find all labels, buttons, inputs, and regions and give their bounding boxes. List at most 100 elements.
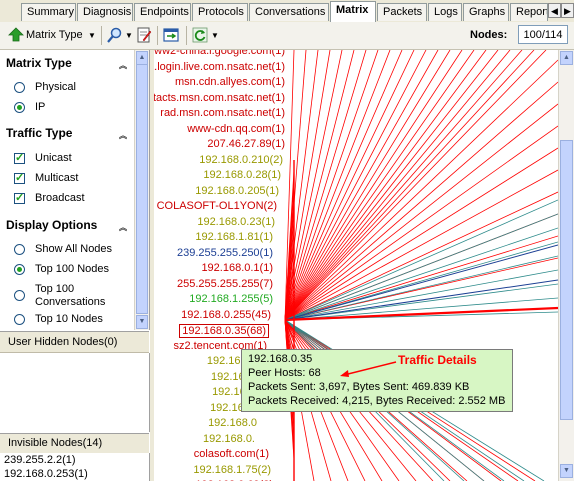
tab-matrix[interactable]: Matrix	[330, 1, 376, 22]
top-100-nodes-label: Top 100 Nodes	[35, 263, 109, 275]
node-label[interactable]: 192.168.0.28(1)	[203, 169, 281, 181]
tab-packets[interactable]: Packets	[377, 3, 427, 21]
tab-report[interactable]: Report	[510, 3, 548, 21]
user-hidden-nodes-header[interactable]: User Hidden Nodes(0)	[0, 331, 149, 353]
collapse-icon[interactable]: ︽	[119, 127, 127, 145]
collapse-icon[interactable]: ︽	[119, 219, 127, 237]
node-label[interactable]: 192.168.0.205(1)	[195, 185, 279, 197]
node-label[interactable]: 192.168.0.	[203, 433, 255, 445]
scroll-down-icon[interactable]: ▼	[560, 464, 573, 478]
node-label[interactable]: www-cdn.qq.com(1)	[187, 123, 285, 135]
scroll-up-icon[interactable]: ▲	[136, 51, 148, 65]
scroll-thumb[interactable]	[560, 140, 573, 420]
unicast-label: Unicast	[35, 152, 72, 164]
node-label[interactable]: COLASOFT-OL1YON(2)	[157, 200, 277, 212]
invisible-nodes-header[interactable]: Invisible Nodes(14)	[0, 433, 149, 453]
tab-conversations[interactable]: Conversations	[249, 3, 329, 21]
scroll-up-icon[interactable]: ▲	[560, 51, 573, 65]
tab-graphs[interactable]: Graphs	[463, 3, 509, 21]
show-all-nodes-radio[interactable]	[14, 244, 25, 255]
ip-radio[interactable]	[14, 102, 25, 113]
connection-line	[284, 50, 451, 321]
connection-line	[284, 50, 499, 321]
nodes-count-field: 100/114	[518, 25, 568, 44]
physical-label: Physical	[35, 81, 76, 93]
edit-document-icon[interactable]	[136, 27, 152, 43]
node-label-selected[interactable]: 192.168.0.35(68)	[179, 324, 269, 338]
node-label[interactable]: 192.168.0.1(1)	[201, 262, 273, 274]
top-100-conversations-radio[interactable]	[14, 290, 25, 301]
node-label[interactable]: 207.46.27.89(1)	[207, 138, 285, 150]
left-options-panel: Matrix Type ︽ Physical IP Traffic Type ︽…	[0, 50, 150, 330]
list-item[interactable]: 192.168.0.253(1)	[4, 468, 88, 480]
traffic-details-callout: Traffic Details	[398, 353, 477, 367]
find-icon[interactable]	[107, 27, 123, 43]
node-label[interactable]: 255.255.255.255(7)	[177, 278, 273, 290]
find-dropdown-icon[interactable]: ▼	[125, 31, 133, 40]
physical-radio[interactable]	[14, 82, 25, 93]
top-100-nodes-radio[interactable]	[14, 264, 25, 275]
tab-summary[interactable]: Summary	[21, 3, 76, 21]
refresh-dropdown-icon[interactable]: ▼	[211, 31, 219, 40]
node-label[interactable]: 192.168.0.23(1)	[197, 216, 275, 228]
scroll-thumb[interactable]	[136, 64, 148, 314]
nodes-label: Nodes:	[470, 29, 508, 41]
collapse-icon[interactable]: ︽	[119, 57, 127, 75]
matrix-type-button[interactable]: Matrix Type ▼	[6, 22, 98, 49]
top-10-nodes-label: Top 10 Nodes	[35, 313, 103, 325]
connection-line	[284, 169, 558, 321]
tab-diagnosis[interactable]: Diagnosis	[77, 3, 133, 21]
node-label[interactable]: colasoft.com(1)	[194, 448, 269, 460]
invisible-nodes-list: 239.255.2.2(1) 192.168.0.253(1)	[0, 453, 150, 481]
left-panel-scrollbar[interactable]: ▲ ▼	[134, 50, 149, 330]
matrix-scrollbar[interactable]: ▲ ▼	[558, 50, 574, 481]
matrix-type-header[interactable]: Matrix Type ︽	[0, 54, 147, 72]
broadcast-label: Broadcast	[35, 192, 85, 204]
traffic-details-tooltip: 192.168.0.35 Traffic Details Peer Hosts:…	[241, 349, 513, 412]
tab-scroll-left-button[interactable]: ◀	[548, 3, 561, 18]
fit-window-icon[interactable]	[163, 27, 179, 43]
tooltip-peer-hosts: Peer Hosts: 68	[248, 367, 321, 379]
node-label[interactable]: 192.168.1.81(1)	[195, 231, 273, 243]
chevron-left-icon: ◀	[551, 6, 558, 16]
tab-scroll-right-button[interactable]: ▶	[561, 3, 574, 18]
node-label[interactable]: 192.168.0.210(2)	[199, 154, 283, 166]
connection-line	[284, 50, 511, 321]
tooltip-packets-sent: Packets Sent: 3,697, Bytes Sent: 469.839…	[248, 381, 470, 393]
traffic-type-header[interactable]: Traffic Type ︽	[0, 124, 147, 142]
unicast-checkbox[interactable]	[14, 151, 25, 164]
connection-line	[284, 50, 391, 321]
broadcast-checkbox[interactable]	[14, 191, 25, 204]
tab-endpoints[interactable]: Endpoints	[134, 3, 191, 21]
display-options-header[interactable]: Display Options ︽	[0, 216, 147, 234]
node-label[interactable]: rad.msn.com.nsatc.net(1)	[160, 107, 285, 119]
chevron-right-icon: ▶	[564, 6, 571, 16]
node-label[interactable]: msn.cdn.allyes.com(1)	[175, 76, 285, 88]
scroll-down-icon[interactable]: ▼	[136, 315, 148, 329]
node-label[interactable]: 192.168.1.75(2)	[193, 464, 271, 476]
list-item[interactable]: 239.255.2.2(1)	[4, 454, 76, 466]
tooltip-host: 192.168.0.35	[248, 353, 313, 365]
node-label[interactable]: 239.255.255.250(1)	[177, 247, 273, 259]
top-10-nodes-radio[interactable]	[14, 314, 25, 325]
top-100-conversations-label: Top 100 Conversations	[35, 283, 106, 308]
connection-line	[284, 125, 558, 321]
multicast-checkbox[interactable]	[14, 171, 25, 184]
tab-protocols[interactable]: Protocols	[192, 3, 248, 21]
matrix-type-label: Matrix Type	[26, 29, 83, 41]
refresh-icon[interactable]	[192, 27, 208, 43]
connection-line	[284, 50, 523, 321]
node-label[interactable]: ontacts.msn.com.nsatc.net(1)	[154, 92, 285, 104]
node-label[interactable]: 192.168.0.255(45)	[181, 309, 271, 321]
toolbar: Matrix Type ▼ ▼ ▼ Nodes: 100/114	[0, 22, 574, 50]
ip-label: IP	[35, 101, 46, 113]
node-label[interactable]: www2-china.l.google.com(1)	[154, 50, 285, 57]
node-label[interactable]: 192.168.1.255(5)	[189, 293, 273, 305]
connection-line	[284, 50, 367, 321]
matrix-canvas[interactable]: www2-china.l.google.com(1) nsnia.login.li…	[154, 50, 558, 481]
node-label[interactable]: nsnia.login.live.com.nsatc.net(1)	[154, 61, 285, 73]
show-all-nodes-label: Show All Nodes	[35, 243, 113, 255]
tab-logs[interactable]: Logs	[428, 3, 462, 21]
tooltip-packets-received: Packets Received: 4,215, Bytes Received:…	[248, 395, 506, 407]
node-label[interactable]: 192.168.0	[208, 417, 257, 429]
